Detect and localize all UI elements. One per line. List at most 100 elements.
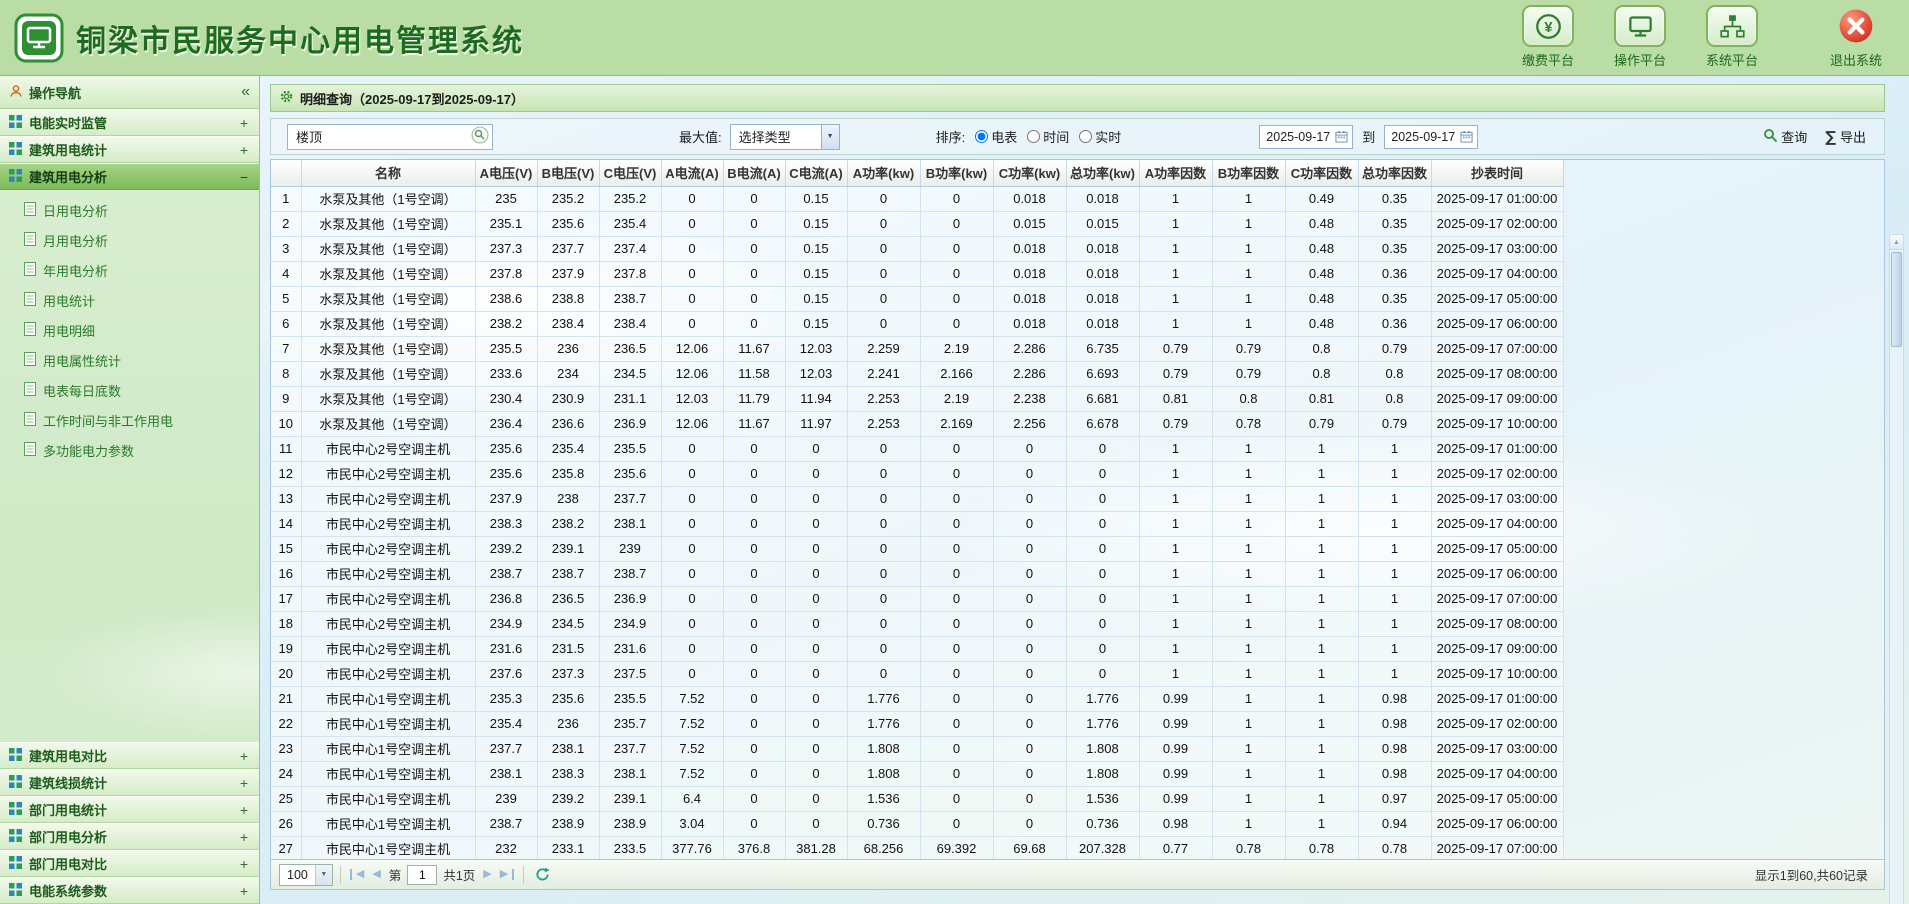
expand-toggle-icon[interactable]: + [238,856,250,872]
expand-toggle-icon[interactable]: + [238,748,250,764]
sidebar-item[interactable]: 年用电分析 [0,255,259,285]
expand-toggle-icon[interactable]: + [238,775,250,791]
table-row[interactable]: 17市民中心2号空调主机236.8236.5236.90000000111120… [271,586,1563,611]
sort-radio-input[interactable] [1027,130,1040,143]
column-header[interactable]: C电压(V) [599,160,661,186]
table-row[interactable]: 22市民中心1号空调主机235.4236235.77.52001.776001.… [271,711,1563,736]
system-platform-button[interactable]: 系统平台 [1695,5,1769,69]
prev-page-button[interactable] [368,869,384,880]
page-number-input[interactable] [407,865,437,885]
expand-toggle-icon[interactable]: + [238,802,250,818]
table-row[interactable]: 23市民中心1号空调主机237.7238.1237.77.52001.80800… [271,736,1563,761]
column-header[interactable]: A电流(A) [661,160,723,186]
sidebar-item[interactable]: 用电属性统计 [0,345,259,375]
table-row[interactable]: 26市民中心1号空调主机238.7238.9238.93.04000.73600… [271,811,1563,836]
scroll-up-button[interactable]: ▲ [1890,235,1903,250]
table-row[interactable]: 16市民中心2号空调主机238.7238.7238.70000000111120… [271,561,1563,586]
column-header[interactable]: 名称 [301,160,475,186]
sidebar-group[interactable]: 电能实时监管+ [0,109,259,136]
query-button[interactable]: 查询 [1763,127,1807,146]
table-row[interactable]: 9水泵及其他（1号空调）230.4230.9231.112.0311.7911.… [271,386,1563,411]
column-header[interactable]: A功率(kw) [847,160,920,186]
last-page-button[interactable] [496,869,514,880]
collapse-sidebar-button[interactable]: « [241,83,250,101]
column-header[interactable]: A功率因数 [1139,160,1212,186]
table-row[interactable]: 18市民中心2号空调主机234.9234.5234.90000000111120… [271,611,1563,636]
sidebar-item[interactable]: 日用电分析 [0,195,259,225]
sidebar-group[interactable]: 部门用电分析+ [0,823,259,850]
expand-toggle-icon[interactable]: + [238,115,250,131]
column-header[interactable]: 抄表时间 [1431,160,1563,186]
table-row[interactable]: 5水泵及其他（1号空调）238.6238.8238.7000.15000.018… [271,286,1563,311]
date-from-input[interactable]: 2025-09-17 [1259,125,1353,149]
pay-platform-button[interactable]: ¥缴费平台 [1511,5,1585,69]
table-row[interactable]: 3水泵及其他（1号空调）237.3237.7237.4000.15000.018… [271,236,1563,261]
sidebar-group[interactable]: 建筑线损统计+ [0,769,259,796]
column-header[interactable]: B功率(kw) [920,160,993,186]
sidebar-item[interactable]: 月用电分析 [0,225,259,255]
sidebar-item[interactable]: 工作时间与非工作用电 [0,405,259,435]
scrollbar-track[interactable] [1890,250,1903,904]
table-row[interactable]: 21市民中心1号空调主机235.3235.6235.57.52001.77600… [271,686,1563,711]
table-row[interactable]: 7水泵及其他（1号空调）235.5236236.512.0611.6712.03… [271,336,1563,361]
table-row[interactable]: 14市民中心2号空调主机238.3238.2238.10000000111120… [271,511,1563,536]
column-header[interactable]: B电流(A) [723,160,785,186]
building-search-icon[interactable] [471,126,489,147]
building-select[interactable]: 楼顶 [287,124,493,150]
expand-toggle-icon[interactable]: + [238,829,250,845]
column-header[interactable]: 总功率因数 [1358,160,1431,186]
vertical-scrollbar[interactable]: ▲ ▼ [1889,234,1904,904]
sidebar-group[interactable]: 建筑用电分析− [0,163,259,190]
sidebar-item[interactable]: 多功能电力参数 [0,435,259,465]
export-button[interactable]: ∑ 导出 [1825,127,1866,146]
page-size-select[interactable]: 100 ▼ [279,864,333,886]
operate-platform-button[interactable]: 操作平台 [1603,5,1677,69]
table-row[interactable]: 6水泵及其他（1号空调）238.2238.4238.4000.15000.018… [271,311,1563,336]
table-row[interactable]: 13市民中心2号空调主机237.9238237.7000000011112025… [271,486,1563,511]
table-row[interactable]: 12市民中心2号空调主机235.6235.8235.60000000111120… [271,461,1563,486]
table-row[interactable]: 4水泵及其他（1号空调）237.8237.9237.8000.15000.018… [271,261,1563,286]
table-row[interactable]: 19市民中心2号空调主机231.6231.5231.60000000111120… [271,636,1563,661]
table-row[interactable]: 2水泵及其他（1号空调）235.1235.6235.4000.15000.015… [271,211,1563,236]
date-to-input[interactable]: 2025-09-17 [1384,125,1478,149]
expand-toggle-icon[interactable]: + [238,883,250,899]
table-row[interactable]: 10水泵及其他（1号空调）236.4236.6236.912.0611.6711… [271,411,1563,436]
refresh-button[interactable] [535,867,550,882]
expand-toggle-icon[interactable]: − [238,169,250,185]
sort-radio[interactable]: 实时 [1079,127,1121,146]
table-row[interactable]: 25市民中心1号空调主机239239.2239.16.4001.536001.5… [271,786,1563,811]
sort-radio-input[interactable] [975,130,988,143]
column-header[interactable]: C电流(A) [785,160,847,186]
sidebar-group[interactable]: 电能系统参数+ [0,877,259,904]
sidebar-group[interactable]: 部门用电对比+ [0,850,259,877]
column-header[interactable]: C功率因数 [1285,160,1358,186]
sort-radio[interactable]: 电表 [975,127,1017,146]
column-header[interactable]: B功率因数 [1212,160,1285,186]
column-header[interactable]: A电压(V) [475,160,537,186]
table-row[interactable]: 15市民中心2号空调主机239.2239.1239000000011112025… [271,536,1563,561]
sidebar-group[interactable]: 建筑用电对比+ [0,742,259,769]
sidebar-item[interactable]: 用电统计 [0,285,259,315]
column-header[interactable]: 总功率(kw) [1066,160,1139,186]
table-row[interactable]: 27市民中心1号空调主机232233.1233.5377.76376.8381.… [271,836,1563,859]
table-row[interactable]: 8水泵及其他（1号空调）233.6234234.512.0611.5812.03… [271,361,1563,386]
expand-toggle-icon[interactable]: + [238,142,250,158]
sidebar-group[interactable]: 部门用电统计+ [0,796,259,823]
sort-radio[interactable]: 时间 [1027,127,1069,146]
calendar-icon[interactable] [1335,130,1348,143]
type-select[interactable]: 选择类型 ▼ [730,124,840,150]
calendar-icon[interactable] [1460,130,1473,143]
table-row[interactable]: 20市民中心2号空调主机237.6237.3237.50000000111120… [271,661,1563,686]
scrollbar-thumb[interactable] [1891,252,1902,347]
first-page-button[interactable] [350,869,368,880]
column-header[interactable]: B电压(V) [537,160,599,186]
column-header[interactable]: C功率(kw) [993,160,1066,186]
sort-radio-input[interactable] [1079,130,1092,143]
table-row[interactable]: 1水泵及其他（1号空调）235235.2235.2000.15000.0180.… [271,186,1563,211]
sidebar-group[interactable]: 建筑用电统计+ [0,136,259,163]
table-row[interactable]: 11市民中心2号空调主机235.6235.4235.50000000111120… [271,436,1563,461]
sidebar-item[interactable]: 电表每日底数 [0,375,259,405]
sidebar-item[interactable]: 用电明细 [0,315,259,345]
table-row[interactable]: 24市民中心1号空调主机238.1238.3238.17.52001.80800… [271,761,1563,786]
exit-system-button[interactable]: 退出系统 [1819,5,1893,69]
